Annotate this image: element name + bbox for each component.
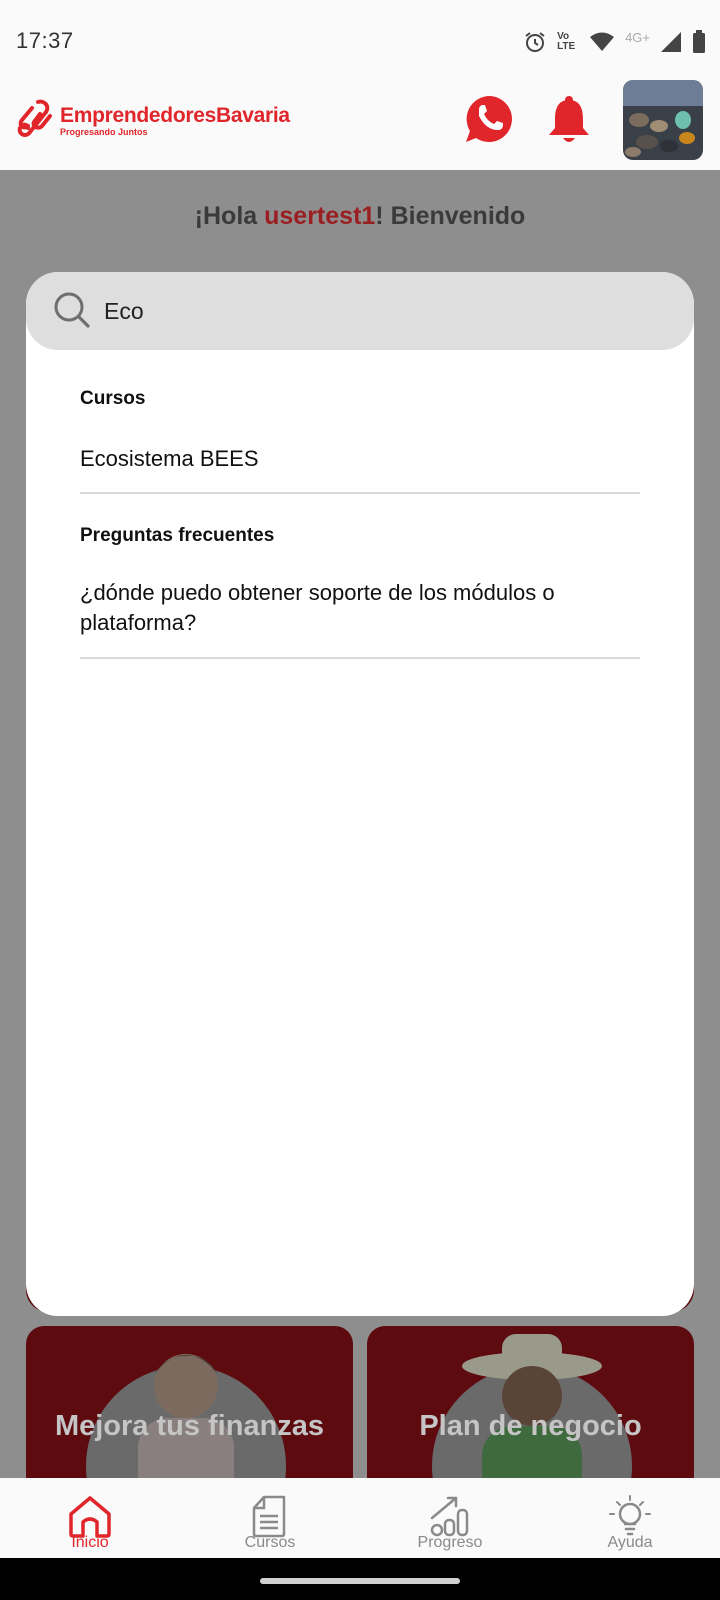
- nav-item-progreso[interactable]: Progreso: [360, 1478, 540, 1558]
- welcome-greeting: ¡Hola usertest1! Bienvenido: [0, 202, 720, 231]
- battery-icon: [693, 30, 705, 53]
- alarm-icon: [525, 32, 545, 52]
- nav-item-cursos[interactable]: Cursos: [180, 1478, 360, 1558]
- whatsapp-icon: [466, 96, 512, 142]
- faq-section-title: Preguntas frecuentes: [80, 525, 275, 546]
- logo-icon: [17, 99, 52, 137]
- brand-logo[interactable]: EmprendedoresBavaria Progresando Juntos: [14, 98, 290, 142]
- search-icon: [54, 292, 90, 328]
- card-title: Plan de negocio: [419, 1410, 642, 1442]
- logo-name: EmprendedoresBavaria: [60, 103, 290, 127]
- network-type-label: 4G+: [625, 29, 650, 45]
- wifi-icon: [590, 32, 615, 51]
- greeting-suffix: ! Bienvenido: [375, 202, 526, 230]
- whatsapp-button[interactable]: [464, 94, 514, 146]
- courses-section-title: Cursos: [80, 388, 146, 409]
- greeting-prefix: ¡Hola: [194, 202, 265, 230]
- avatar[interactable]: [623, 80, 703, 160]
- system-navigation-bar: [0, 1558, 720, 1600]
- nav-item-ayuda[interactable]: Ayuda: [540, 1478, 720, 1558]
- notifications-button[interactable]: [544, 94, 594, 146]
- nav-label: Ayuda: [607, 1534, 653, 1551]
- status-time: 17:37: [16, 28, 74, 53]
- search-input[interactable]: [104, 292, 624, 330]
- divider: [80, 657, 640, 659]
- nav-item-inicio[interactable]: Inicio: [0, 1478, 180, 1558]
- home-gesture-handle[interactable]: [260, 1578, 460, 1584]
- divider: [80, 492, 640, 494]
- nav-label: Progreso: [417, 1534, 483, 1551]
- nav-label: Cursos: [244, 1534, 296, 1551]
- search-bar[interactable]: [26, 272, 694, 350]
- status-icons: Vo LTE 4G+: [523, 28, 706, 56]
- app-header: EmprendedoresBavaria Progresando Juntos: [0, 80, 720, 170]
- nav-label: Inicio: [71, 1534, 109, 1551]
- greeting-username: usertest1: [264, 202, 376, 230]
- faq-result-item[interactable]: ¿dónde puedo obtener soporte de los módu…: [80, 578, 640, 638]
- logo-tagline: Progresando Juntos: [60, 126, 148, 137]
- bottom-navigation: Inicio Cursos Progreso Ayuda: [0, 1478, 720, 1558]
- search-panel: Cursos Ecosistema BEES Preguntas frecuen…: [26, 272, 694, 1316]
- card-title: Mejora tus finanzas: [54, 1410, 325, 1442]
- bell-icon: [549, 96, 589, 142]
- status-bar: 17:37 Vo LTE 4G+: [0, 0, 720, 80]
- volte-icon: Vo LTE: [557, 31, 576, 52]
- avatar-photo: [623, 80, 703, 160]
- course-result-item[interactable]: Ecosistema BEES: [80, 444, 640, 474]
- signal-icon: [661, 32, 681, 52]
